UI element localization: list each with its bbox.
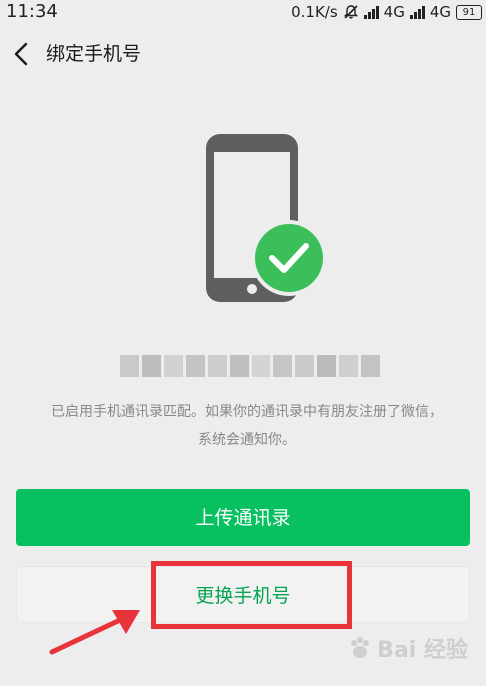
signal-icon-2	[409, 5, 425, 19]
check-circle-icon	[251, 220, 327, 296]
blurred-phone-number	[120, 355, 381, 377]
watermark-text: Bai 经验	[377, 638, 468, 663]
network-type-2: 4G	[429, 3, 451, 21]
status-time: 11:34	[6, 1, 58, 22]
description: 已启用手机通讯录匹配。如果你的通讯录中有朋友注册了微信， 系统会通知你。	[14, 398, 480, 454]
paw-icon	[351, 637, 370, 658]
page-title: 绑定手机号	[46, 43, 142, 65]
highlight-box	[151, 561, 352, 629]
bell-muted-icon	[343, 5, 358, 19]
signal-icon	[363, 5, 379, 19]
description-line-2: 系统会通知你。	[198, 432, 296, 448]
chevron-left-icon[interactable]	[10, 38, 34, 70]
status-bar: 11:34 0.1K/s 4G 4G 91	[0, 0, 486, 24]
network-speed: 0.1K/s	[291, 3, 338, 21]
watermark: Bai 经验	[347, 632, 468, 664]
description-line-1: 已启用手机通讯录匹配。如果你的通讯录中有朋友注册了微信，	[51, 404, 443, 420]
battery-icon: 91	[456, 4, 482, 20]
status-indicators: 0.1K/s 4G 4G 91	[291, 0, 482, 24]
red-arrow-icon	[49, 610, 140, 655]
phone-illustration	[206, 134, 327, 302]
upload-contacts-button[interactable]: 上传通讯录	[16, 489, 470, 546]
network-type-1: 4G	[383, 3, 405, 21]
header: 绑定手机号	[0, 24, 486, 84]
